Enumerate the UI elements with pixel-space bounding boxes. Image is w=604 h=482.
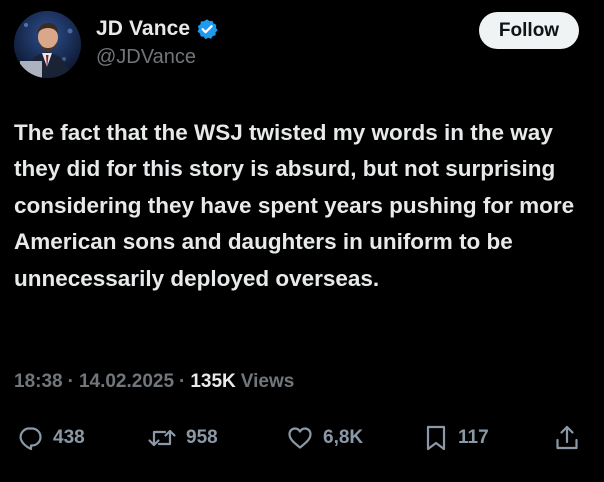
like-button[interactable]: 6,8K [286,418,363,458]
tweet-time[interactable]: 18:38 [14,371,63,393]
tweet-metadata: 18:38 · 14.02.2025 · 135K Views [14,371,294,393]
reply-button[interactable]: 438 [16,418,85,458]
author-handle[interactable]: @JDVance [96,46,196,69]
action-bar: 438 958 6,8K 117 [0,418,604,458]
like-count: 6,8K [323,427,364,448]
retweet-icon [147,424,177,452]
bookmark-icon [423,423,449,453]
author-display-name[interactable]: JD Vance [96,17,190,41]
reply-icon [16,424,44,452]
meta-separator: · [67,371,74,392]
author-name-row: JD Vance [96,16,218,42]
views-count: 135K [190,371,236,392]
follow-button[interactable]: Follow [479,12,579,49]
tweet-card: JD Vance @JDVance Follow The fact that t… [0,0,604,482]
tweet-date[interactable]: 14.02.2025 [79,371,174,393]
views-label: Views [240,371,295,392]
bookmark-button[interactable]: 117 [423,418,489,458]
share-icon [553,423,581,453]
retweet-count: 958 [186,427,218,448]
meta-separator: · [179,371,186,392]
tweet-text: The fact that the WSJ twisted my words i… [14,120,575,291]
verified-badge-icon [196,18,218,40]
avatar[interactable] [14,11,81,78]
bookmark-count: 117 [458,427,489,448]
reply-count: 438 [53,427,85,448]
retweet-button[interactable]: 958 [147,418,218,458]
share-button[interactable] [553,418,581,458]
heart-icon [286,424,314,452]
